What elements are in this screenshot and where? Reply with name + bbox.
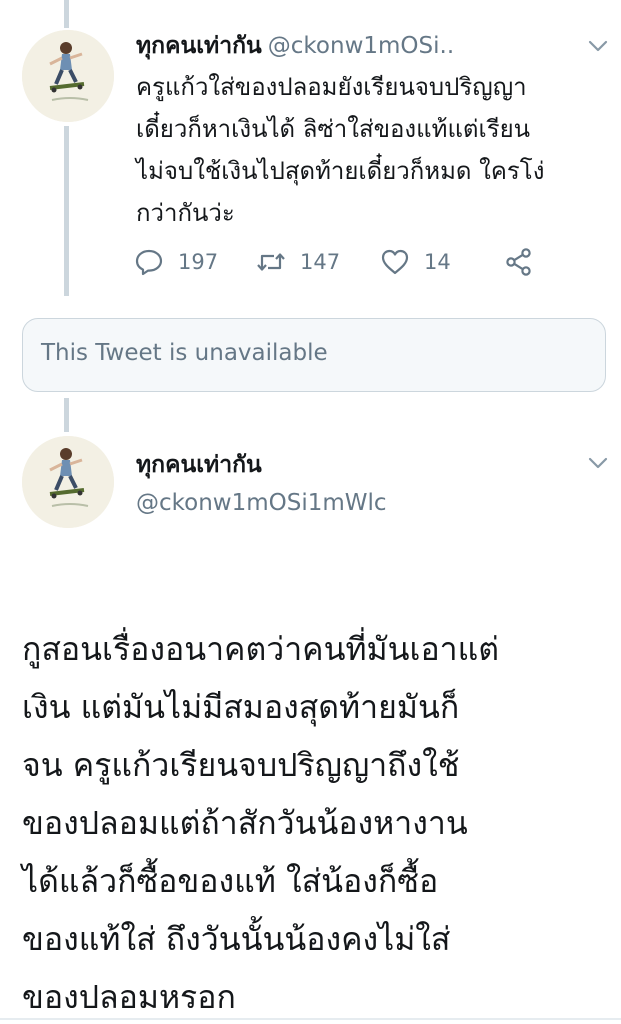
thread-line-top [64,0,69,28]
display-name[interactable]: ทุกคนเท่ากัน [136,33,262,59]
unavailable-message: This Tweet is unavailable [41,340,328,366]
more-options-button[interactable] [586,451,610,475]
tweet-text-line: ครูแก้วใส่ของปลอมยังเรียนจบปริญญา [136,73,527,101]
tweet-text-line: ของปลอมแต่ถ้าสักวันน้องหางาน [22,804,468,842]
user-handle[interactable]: @ckonw1mOSi.. [268,33,454,59]
display-name[interactable]: ทุกคนเท่ากัน [136,447,262,483]
tweet-text-line: กว่ากันว่ะ [136,199,235,227]
skateboarder-avatar-icon [22,30,114,122]
chevron-down-icon [588,40,608,52]
like-button[interactable]: 14 [380,244,451,280]
avatar[interactable] [22,30,114,122]
user-handle[interactable]: @ckonw1mOSi1mWlc [136,490,387,516]
reply-count: 197 [178,250,219,274]
tweet-text-line: ได้แล้วก็ซื้อของแท้ ใส่น้องก็ซื้อ [22,862,439,900]
share-icon [506,248,531,276]
tweet-text: ครูแก้วใส่ของปลอมยังเรียนจบปริญญา เดี๋ยว… [136,66,606,234]
unavailable-tweet-card: This Tweet is unavailable [22,318,606,392]
chevron-down-icon [588,457,608,469]
like-icon [381,249,409,275]
thread-line-lower [64,398,69,432]
skateboarder-avatar-icon [22,436,114,528]
tweet-text-line: เงิน แต่มันไม่มีสมองสุดท้ายมันก็ [22,688,460,726]
tweet-thread: ทุกคนเท่ากัน @ckonw1mOSi.. ครูแก้วใส่ของป… [0,0,621,1024]
tweet-actions: 197 147 14 [134,244,554,280]
divider [0,1018,621,1020]
reply-button[interactable]: 197 [134,244,218,280]
tweet1-header: ทุกคนเท่ากัน @ckonw1mOSi.. [136,30,576,62]
avatar[interactable] [22,436,114,528]
share-button[interactable] [504,244,548,280]
more-options-button[interactable] [586,34,610,58]
retweet-count: 147 [300,250,341,274]
tweet-text-line: ของปลอมหรอก [22,978,236,1016]
tweet-text-line: ของแท้ใส่ ถึงวันนั้นน้องคงไม่ใส่ [22,920,451,958]
like-count: 14 [424,250,451,274]
retweet-icon [257,253,285,271]
retweet-button[interactable]: 147 [256,244,340,280]
tweet-text: กูสอนเรื่องอนาคตว่าคนที่มันเอาแต่ เงิน แ… [22,620,612,1024]
tweet-text-line: ไม่จบใช้เงินไปสุดท้ายเดี๋ยวก็หมด ใครโง่ [136,157,545,185]
thread-line-middle [64,126,69,296]
tweet-text-line: เดี๋ยวก็หาเงินได้ ลิซ่าใส่ของแท้แต่เรียน [136,115,531,143]
tweet-text-line: กูสอนเรื่องอนาคตว่าคนที่มันเอาแต่ [22,630,500,668]
tweet-text-line: จน ครูแก้วเรียนจบปริญญาถึงใช้ [22,746,460,784]
reply-icon [135,249,163,276]
